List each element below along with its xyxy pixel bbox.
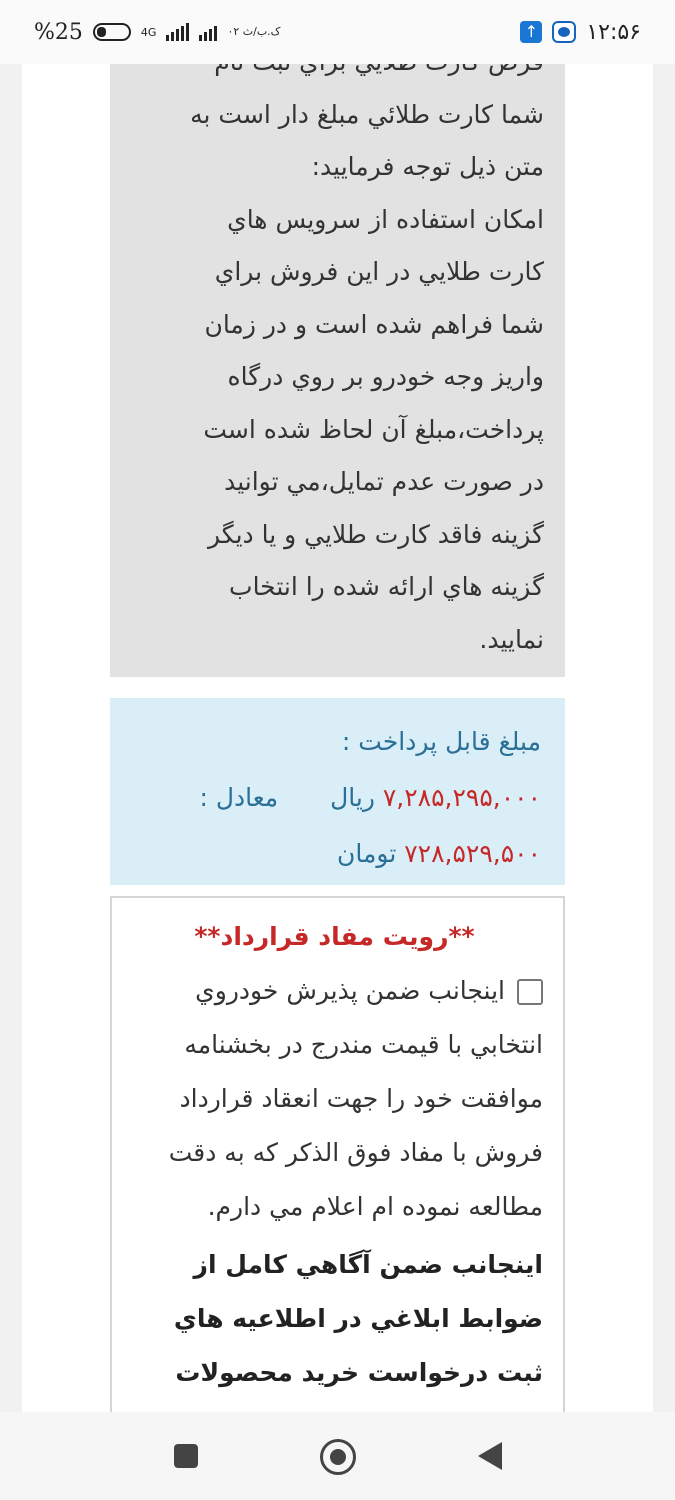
clock: ۱۲:۵۶	[586, 19, 641, 45]
network-indicator: 4G	[141, 27, 157, 38]
battery-percentage: %25	[34, 19, 83, 45]
gold-card-notice: فرض كارت طلايي براي ثبت نام شما كارت طلا…	[110, 64, 565, 677]
signal-icon	[166, 23, 190, 41]
awareness-text: اينجانب ضمن آگاهي كامل از ضوابط ابلاغي د…	[173, 1250, 543, 1387]
agreement-text: اينجانب ضمن پذيرش خودروي انتخابي با قيمت…	[168, 976, 543, 1221]
notice-line: پرداخت،مبلغ آن لحاظ شده است	[203, 414, 544, 444]
notice-line: شما فراهم شده است و در زمان	[204, 309, 544, 339]
battery-icon	[92, 23, 131, 41]
notice-line: واريز وجه خودرو بر روي درگاه	[227, 362, 544, 391]
notice-line: شما كارت طلائي مبلغ دار است به	[190, 99, 544, 129]
contract-title: **رويت مفاد قرارداد**	[194, 922, 475, 951]
notice-line: گزينه هاي ارائه شده را انتخاب	[229, 572, 544, 601]
back-triangle-icon[interactable]	[478, 1442, 502, 1470]
network-type: 4G	[140, 25, 157, 39]
rial-row: ۷,۲۸۵,۲۹۵,۰۰۰ ريال معادل :	[130, 770, 541, 826]
recents-square-icon[interactable]	[174, 1444, 198, 1468]
page-content: فرض كارت طلايي براي ثبت نام شما كارت طلا…	[22, 64, 653, 1412]
signal-icon-2	[199, 23, 218, 41]
notice-line: امكان استفاده از سرويس هاي	[227, 204, 544, 234]
contract-section: **رويت مفاد قرارداد** اينجانب ضمن پذيرش …	[110, 896, 565, 1412]
status-bar: %25 4G ۰۲ ک.ب/ث ↑ ۱۲:۵۶	[0, 0, 675, 64]
rial-unit: ريال	[330, 783, 375, 812]
message-icon	[552, 21, 577, 43]
rial-amount: ۷,۲۸۵,۲۹۵,۰۰۰	[382, 783, 541, 812]
agreement-checkbox[interactable]	[517, 979, 543, 1005]
status-left: %25 4G ۰۲ ک.ب/ث	[34, 20, 281, 45]
toman-unit: تومان	[337, 839, 397, 868]
toman-row: ۷۲۸,۵۲۹,۵۰۰ تومان	[130, 826, 541, 882]
notice-text: فرض كارت طلايي براي ثبت نام شما كارت طلا…	[110, 64, 565, 666]
toman-amount: ۷۲۸,۵۲۹,۵۰۰	[404, 839, 541, 868]
upload-icon: ↑	[520, 21, 543, 43]
notice-line: گزينه فاقد كارت طلايي و يا ديگر	[208, 519, 544, 549]
agreement-row: اينجانب ضمن پذيرش خودروي انتخابي با قيمت…	[126, 964, 543, 1234]
notice-line: كارت طلايي در اين فروش براي	[214, 257, 544, 286]
equal-label: معادل :	[199, 783, 279, 812]
data-speed: ۰۲ ک.ب/ث	[227, 25, 281, 38]
notice-line: در صورت عدم تمايل،مي توانيد	[224, 467, 544, 496]
notice-line: فرض كارت طلايي براي ثبت نام	[120, 64, 544, 89]
notice-line: متن ذيل توجه فرماييد:	[311, 152, 544, 181]
navigation-bar	[0, 1412, 675, 1500]
notice-line: نماييد.	[479, 624, 544, 654]
home-circle-icon[interactable]	[320, 1439, 356, 1475]
status-right: ↑ ۱۲:۵۶	[520, 20, 641, 45]
payment-label: مبلغ قابل پرداخت :	[341, 727, 541, 756]
payment-amount-box: مبلغ قابل پرداخت : ۷,۲۸۵,۲۹۵,۰۰۰ ريال مع…	[110, 698, 565, 885]
